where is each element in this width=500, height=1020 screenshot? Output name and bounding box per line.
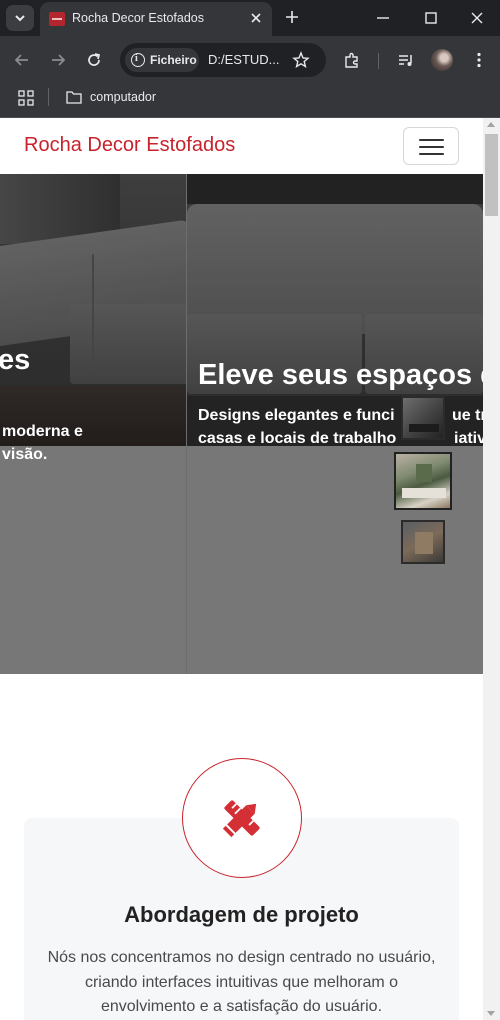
profile-avatar[interactable] xyxy=(431,49,453,71)
chevron-down-icon xyxy=(15,15,25,22)
scroll-down-arrow-icon[interactable] xyxy=(487,1011,495,1016)
carousel-thumbnail-3[interactable] xyxy=(401,520,445,564)
bookmarks-bar: computador xyxy=(0,84,500,118)
close-tab-icon[interactable] xyxy=(248,10,264,26)
hero-subtitle-line2: casas e locais de trabalho xyxy=(198,430,397,447)
thumbnail-detail xyxy=(402,488,446,498)
extensions-puzzle-icon[interactable] xyxy=(343,51,361,69)
hero-subtitle-line1-end: ue tr xyxy=(452,407,483,424)
scroll-up-arrow-icon[interactable] xyxy=(487,122,495,127)
new-tab-icon[interactable] xyxy=(284,9,300,25)
thumbnail-detail xyxy=(415,532,433,554)
page-scrollbar[interactable] xyxy=(483,118,500,1020)
hamburger-icon xyxy=(419,139,444,141)
more-menu-icon[interactable] xyxy=(470,51,488,69)
feature-title: Abordagem de projeto xyxy=(124,902,359,927)
address-bar[interactable]: Ficheiro D:/ESTUD... xyxy=(120,43,326,77)
page-viewport: Rocha Decor Estofados es moderna e visão… xyxy=(0,118,483,1020)
hamburger-icon-bar xyxy=(419,146,444,148)
forward-arrow-icon[interactable] xyxy=(49,51,67,69)
hero-subtitle-previous-line2: visão. xyxy=(2,446,48,463)
active-tab[interactable]: Rocha Decor Estofados xyxy=(40,2,272,36)
url-text: D:/ESTUD... xyxy=(208,52,280,67)
hero-subtitle-previous-line1: moderna e xyxy=(2,423,83,440)
site-info-label: Ficheiro xyxy=(150,53,197,67)
close-window-icon[interactable] xyxy=(468,9,486,27)
reload-icon[interactable] xyxy=(85,51,103,69)
bookmark-star-icon[interactable] xyxy=(292,51,310,69)
carousel-thumbnail-2[interactable] xyxy=(394,452,452,510)
feature-icon-circle xyxy=(182,758,302,878)
apps-grid-icon[interactable] xyxy=(18,90,34,106)
back-arrow-icon[interactable] xyxy=(13,51,31,69)
bookmark-folder-label[interactable]: computador xyxy=(90,90,156,104)
thumbnail-detail xyxy=(409,424,439,432)
carousel-slide-previous xyxy=(0,174,186,446)
browser-toolbar: Ficheiro D:/ESTUD... xyxy=(0,36,500,84)
slide-overlay xyxy=(0,174,186,446)
hamburger-icon-bar xyxy=(419,153,444,155)
hero-title-previous: es xyxy=(0,344,31,376)
tab-search-button[interactable] xyxy=(6,5,34,31)
folder-icon[interactable] xyxy=(66,90,82,104)
media-queue-icon[interactable] xyxy=(397,51,415,69)
tab-title: Rocha Decor Estofados xyxy=(72,11,205,25)
minimize-icon[interactable] xyxy=(374,9,392,27)
toolbar-divider xyxy=(378,53,379,69)
navbar-toggler-button[interactable] xyxy=(403,127,459,165)
site-navbar: Rocha Decor Estofados xyxy=(0,118,483,174)
scrollbar-thumb[interactable] xyxy=(485,134,498,216)
feature-text: Nós nos concentramos no design centrado … xyxy=(47,949,436,1015)
site-favicon-icon xyxy=(49,12,65,26)
thumbnail-detail xyxy=(416,464,432,482)
pencil-ruler-icon xyxy=(222,800,260,838)
hero-subtitle-line1: Designs elegantes e funci xyxy=(198,407,395,424)
bookmarks-divider xyxy=(48,88,49,106)
site-brand[interactable]: Rocha Decor Estofados xyxy=(24,134,235,157)
maximize-icon[interactable] xyxy=(422,9,440,27)
site-info-chip[interactable]: Ficheiro xyxy=(125,48,199,72)
carousel-thumbnail-1[interactable] xyxy=(401,396,445,440)
hero-carousel: es moderna e visão. Eleve seus espaços d… xyxy=(0,174,483,674)
info-icon xyxy=(131,53,145,67)
hero-title: Eleve seus espaços d xyxy=(198,359,483,391)
hero-subtitle-line2-end: iativ xyxy=(454,430,483,447)
tab-strip: Rocha Decor Estofados xyxy=(0,0,500,36)
